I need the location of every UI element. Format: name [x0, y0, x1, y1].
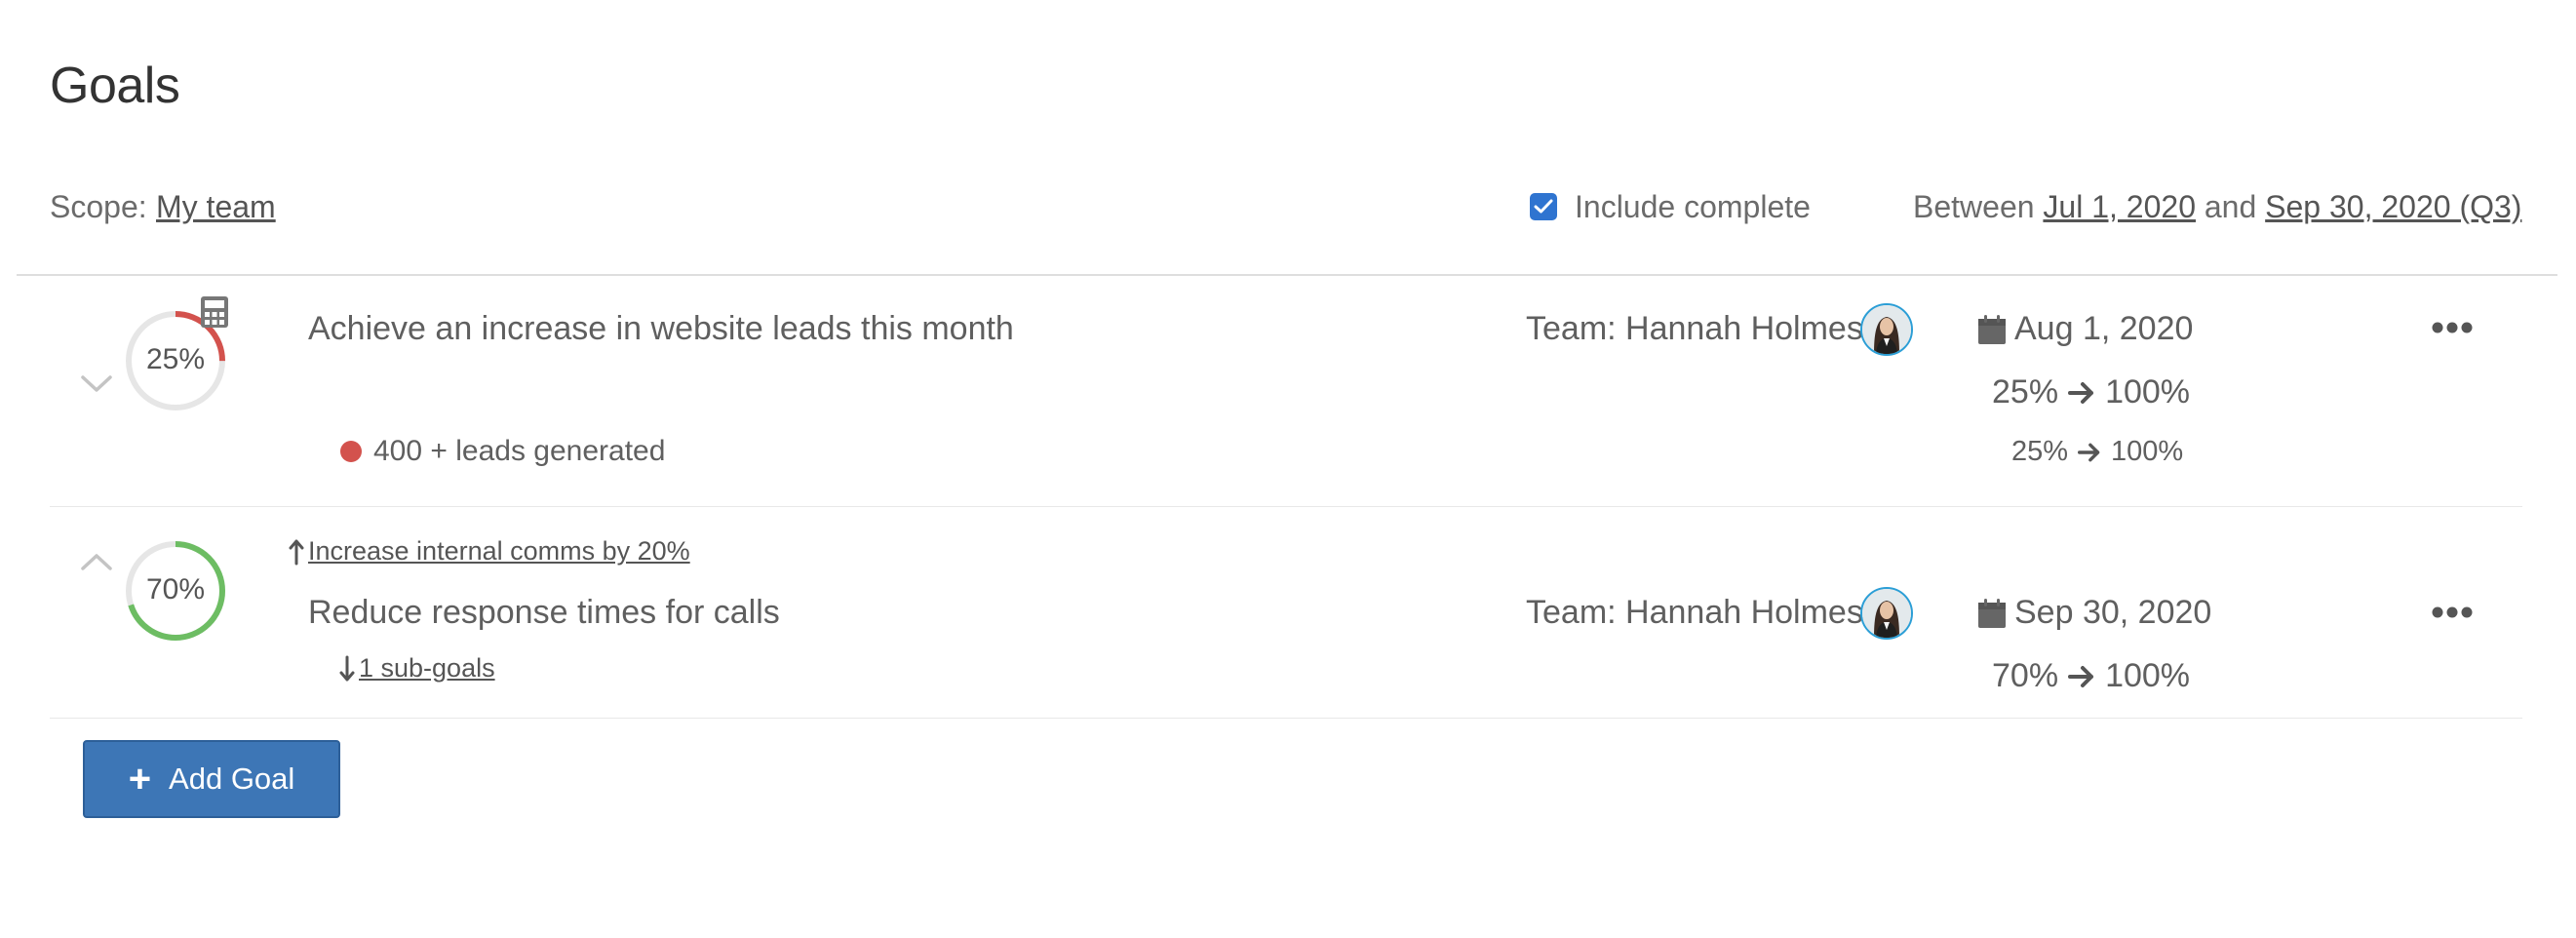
more-options-icon[interactable]	[2431, 606, 2474, 619]
due-date-text: Sep 30, 2020	[2014, 594, 2212, 631]
progress-from: 70%	[1992, 657, 2059, 694]
avatar[interactable]	[1860, 303, 1913, 356]
goal-title[interactable]: Reduce response times for calls	[308, 594, 780, 632]
progress-from: 25%	[2011, 436, 2069, 467]
calendar-icon	[1978, 314, 2006, 344]
range-start-link[interactable]: Jul 1, 2020	[2043, 189, 2196, 224]
arrow-down-icon	[339, 655, 355, 681]
range-and: and	[2204, 189, 2257, 224]
row-divider	[50, 718, 2522, 719]
due-date-text: Aug 1, 2020	[2014, 310, 2194, 347]
due-date: Sep 30, 2020	[1977, 594, 2211, 632]
goal-owner: Team: Hannah Holmes	[1526, 594, 1863, 631]
progress-to: 100%	[2111, 436, 2184, 467]
avatar[interactable]	[1860, 587, 1913, 640]
plus-icon: +	[128, 758, 152, 801]
goal-progress-range: 70% 100%	[1992, 657, 2190, 695]
chevron-down-icon[interactable]	[80, 374, 113, 394]
date-range: Between Jul 1, 2020 and Sep 30, 2020 (Q3…	[1913, 189, 2521, 225]
arrow-right-icon	[2068, 381, 2094, 404]
sub-goals: 1 sub-goals	[339, 653, 495, 684]
key-result-status-dot	[340, 441, 362, 462]
add-goal-button[interactable]: + Add Goal	[83, 740, 340, 818]
header-divider	[17, 274, 2557, 276]
calculator-icon[interactable]	[200, 295, 229, 329]
more-options-icon[interactable]	[2431, 321, 2474, 334]
avatar-image	[1862, 305, 1911, 354]
arrow-right-icon	[2078, 443, 2100, 461]
goal-progress-range: 25% 100%	[1992, 373, 2190, 411]
scope-selector[interactable]: My team	[156, 189, 276, 225]
key-result-progress-range: 25% 100%	[2011, 436, 2183, 468]
add-goal-label: Add Goal	[169, 762, 295, 796]
progress-from: 25%	[1992, 373, 2059, 410]
goal-title[interactable]: Achieve an increase in website leads thi…	[308, 310, 1014, 348]
arrow-up-icon	[289, 539, 304, 565]
key-result-label[interactable]: 400 + leads generated	[373, 435, 665, 468]
include-complete-label[interactable]: Include complete	[1575, 189, 1811, 225]
row-divider	[50, 506, 2522, 507]
progress-to: 100%	[2105, 657, 2191, 694]
range-end-link[interactable]: Sep 30, 2020 (Q3)	[2265, 189, 2521, 224]
goals-page: Goals Scope: My team Include complete Be…	[0, 0, 2576, 938]
chevron-up-icon[interactable]	[80, 552, 113, 571]
sub-goals-link[interactable]: 1 sub-goals	[359, 653, 495, 684]
page-title: Goals	[50, 58, 180, 114]
parent-goal: Increase internal comms by 20%	[289, 536, 690, 567]
due-date: Aug 1, 2020	[1977, 310, 2193, 348]
arrow-right-icon	[2068, 665, 2094, 687]
scope-label: Scope:	[50, 189, 147, 224]
check-icon	[1534, 199, 1553, 214]
range-prefix: Between	[1913, 189, 2035, 224]
include-complete-checkbox[interactable]	[1530, 193, 1557, 220]
parent-goal-link[interactable]: Increase internal comms by 20%	[308, 536, 690, 567]
avatar-image	[1862, 589, 1911, 638]
goal-owner: Team: Hannah Holmes	[1526, 310, 1863, 347]
progress-ring	[126, 541, 225, 641]
progress-to: 100%	[2105, 373, 2191, 410]
calendar-icon	[1978, 598, 2006, 628]
